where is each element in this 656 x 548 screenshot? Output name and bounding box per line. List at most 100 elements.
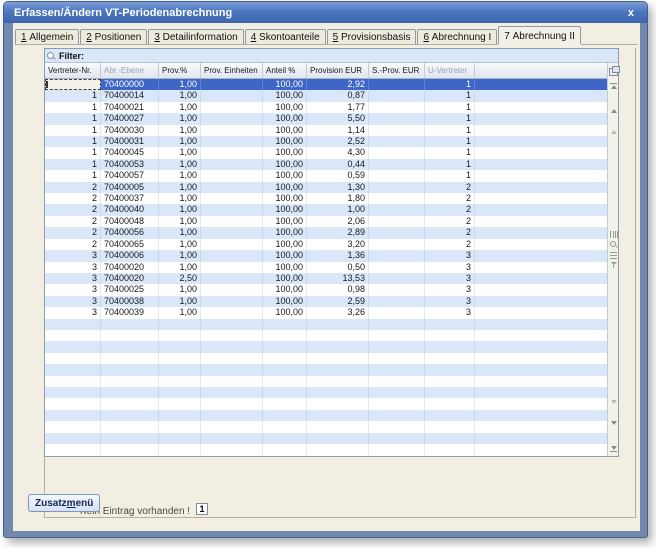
tab-detailinformation[interactable]: 3 Detailinformation (148, 29, 243, 44)
table-cell (45, 433, 101, 444)
table-row[interactable]: 2704000651,00100,003,202 (45, 239, 607, 250)
table-cell: 70400048 (101, 216, 159, 227)
tab-allgemein[interactable]: 1 Allgemein (15, 29, 79, 44)
table-row-empty[interactable] (45, 330, 607, 341)
table-row-empty[interactable] (45, 341, 607, 352)
scroll-up-icon[interactable] (611, 92, 617, 110)
table-row[interactable]: 3704000391,00100,003,263 (45, 307, 607, 318)
table-row[interactable]: 2704000481,00100,002,062 (45, 216, 607, 227)
table-row-empty[interactable] (45, 398, 607, 409)
scroll-next-icon[interactable] (611, 404, 617, 422)
column-header[interactable]: Vertreter-Nr. (45, 63, 101, 78)
table-cell (307, 341, 369, 352)
table-cell: 100,00 (263, 170, 307, 181)
table-row[interactable]: 3704000061,00100,001,363 (45, 250, 607, 261)
tab-abrechnung-ii[interactable]: 7 Abrechnung II (498, 26, 581, 44)
table-row-empty[interactable] (45, 421, 607, 432)
column-header[interactable]: Abr.-Ebene (101, 63, 159, 78)
table-cell: 1,30 (307, 182, 369, 193)
scroll-to-bottom-icon[interactable] (610, 446, 617, 452)
table-row[interactable]: 3704000381,00100,002,593 (45, 296, 607, 307)
table-row[interactable]: 3704000202,50100,0013,533 (45, 273, 607, 284)
table-cell: 1,00 (159, 307, 201, 318)
table-cell (369, 444, 425, 455)
table-row-empty[interactable] (45, 319, 607, 330)
table-cell (201, 182, 263, 193)
table-row[interactable]: 1704000211,00100,001,771 (45, 102, 607, 113)
table-cell: 70400027 (101, 113, 159, 124)
table-cell (101, 433, 159, 444)
column-header[interactable]: U-Vertreter (425, 63, 475, 78)
table-options-icon[interactable] (609, 66, 618, 75)
close-icon[interactable]: x (625, 7, 637, 19)
table-row[interactable]: 704000001,00100,002,921 (45, 79, 607, 90)
table-cell (201, 273, 263, 284)
table-row-empty[interactable] (45, 410, 607, 421)
filter-label: Filter: (59, 51, 84, 61)
table-row[interactable]: 2704000371,00100,001,802 (45, 193, 607, 204)
column-header-filler (475, 63, 607, 78)
table-row[interactable]: 2704000401,00100,001,002 (45, 204, 607, 215)
table-cell (425, 376, 475, 387)
title-bar: Erfassen/Ändern VT-Periodenabrechnung x (4, 2, 647, 23)
table-row[interactable]: 1704000311,00100,002,521 (45, 136, 607, 147)
table-row[interactable]: 1704000271,00100,005,501 (45, 113, 607, 124)
column-header[interactable]: Prov. Einheiten (201, 63, 263, 78)
table-row[interactable]: 1704000571,00100,000,591 (45, 170, 607, 181)
tab-skontoanteile[interactable]: 4 Skontoanteile (245, 29, 326, 44)
table-row-empty[interactable] (45, 353, 607, 364)
table-row[interactable]: 1704000301,00100,001,141 (45, 125, 607, 136)
table-cell: 100,00 (263, 250, 307, 261)
table-cell-filler (475, 147, 607, 158)
table-row-empty[interactable] (45, 376, 607, 387)
table-cell: 70400020 (101, 273, 159, 284)
table-cell: 0,87 (307, 90, 369, 101)
table-row-empty[interactable] (45, 387, 607, 398)
table-cell (369, 273, 425, 284)
table-cell (263, 364, 307, 375)
column-header[interactable]: Provision EUR (307, 63, 369, 78)
filter-input[interactable] (84, 49, 616, 62)
table-cell (369, 353, 425, 364)
table-cell: 2 (425, 193, 475, 204)
table-row[interactable]: 3704000251,00100,000,983 (45, 284, 607, 295)
table-cell: 1,00 (159, 250, 201, 261)
resize-columns-icon[interactable] (610, 231, 618, 238)
table-row-empty[interactable] (45, 364, 607, 375)
table-cell (101, 398, 159, 409)
tab-abrechnung-i[interactable]: 6 Abrechnung I (417, 29, 497, 44)
table-cell (369, 170, 425, 181)
scroll-prev-icon[interactable] (611, 113, 617, 131)
sort-icon[interactable] (610, 252, 617, 259)
tab-label: Detailinformation (160, 32, 238, 43)
table-cell-filler (475, 410, 607, 421)
column-header[interactable]: S.-Prov. EUR (369, 63, 425, 78)
table-cell (307, 444, 369, 455)
table-cell (159, 353, 201, 364)
table-row-empty[interactable] (45, 444, 607, 455)
column-header[interactable]: Prov.% (159, 63, 201, 78)
table-row[interactable]: 3704000201,00100,000,503 (45, 262, 607, 273)
scroll-down-icon[interactable] (611, 425, 617, 443)
tab-provisionsbasis[interactable]: 5 Provisionsbasis (327, 29, 417, 44)
table-row[interactable]: 1704000531,00100,000,441 (45, 159, 607, 170)
table-cell: 100,00 (263, 307, 307, 318)
table-row[interactable]: 1704000451,00100,004,301 (45, 147, 607, 158)
filter-rows-icon[interactable] (611, 262, 617, 268)
table-row-empty[interactable] (45, 433, 607, 444)
table-row[interactable]: 2704000561,00100,002,892 (45, 227, 607, 238)
column-header[interactable]: Anteil % (263, 63, 307, 78)
table-cell-filler (475, 284, 607, 295)
table-cell: 70400020 (101, 262, 159, 273)
table-cell (101, 353, 159, 364)
search-rows-icon[interactable] (610, 241, 618, 249)
table-row[interactable]: 2704000051,00100,001,302 (45, 182, 607, 193)
table-cell (201, 170, 263, 181)
zusatzmenu-button[interactable]: Zusatzmenü (28, 494, 100, 512)
table-cell: 70400056 (101, 227, 159, 238)
table-cell: 3 (425, 273, 475, 284)
tab-positionen[interactable]: 2 Positionen (80, 29, 147, 44)
table-row[interactable]: 1704000141,00100,000,871 (45, 90, 607, 101)
scroll-to-top-icon[interactable] (610, 83, 617, 89)
table-cell: 2,52 (307, 136, 369, 147)
